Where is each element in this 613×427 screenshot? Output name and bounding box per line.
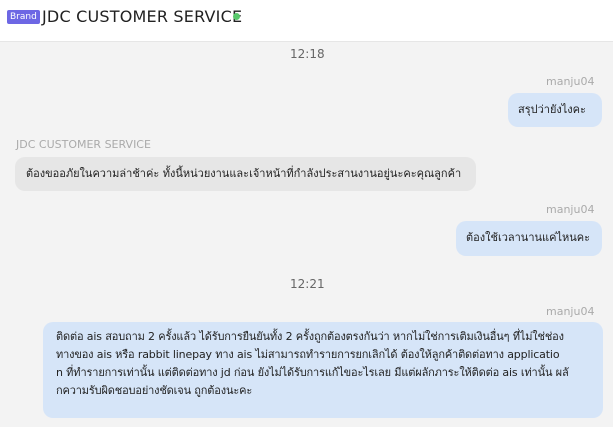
sender-name: manju04 [546, 75, 595, 88]
outgoing-message[interactable]: ติดต่อ ais สอบถาม 2 ครั้งแล้ว ได้รับการย… [43, 322, 603, 418]
brand-badge: Brand [7, 10, 40, 24]
message-line: n ที่ทำรายการเท่านั้น แต่ติดต่อทาง jd ก่… [56, 366, 569, 379]
sender-name: JDC CUSTOMER SERVICE [16, 138, 151, 151]
timestamp: 12:18 [290, 47, 325, 61]
chat-header: Brand JDC CUSTOMER SERVICE [0, 0, 613, 42]
timestamp: 12:21 [290, 277, 325, 291]
incoming-message[interactable]: ต้องขออภัยในความล่าช้าค่ะ ทั้งนี้หน่วยงา… [15, 157, 476, 191]
outgoing-message[interactable]: ต้องใช้เวลานานแค่ไหนคะ [456, 221, 602, 256]
outgoing-message[interactable]: สรุปว่ายังไงคะ [508, 93, 602, 127]
online-status-icon [233, 13, 240, 20]
sender-name: manju04 [546, 305, 595, 318]
sender-name: manju04 [546, 203, 595, 216]
message-line: ติดต่อ ais สอบถาม 2 ครั้งแล้ว ได้รับการย… [56, 330, 564, 343]
chat-title: JDC CUSTOMER SERVICE [42, 7, 243, 26]
message-line: ทางของ ais หรือ rabbit linepay ทาง ais ไ… [56, 348, 560, 361]
message-line: กความรับผิดชอบอย่างชัดเจน ถูกต้องนะคะ [56, 384, 253, 397]
